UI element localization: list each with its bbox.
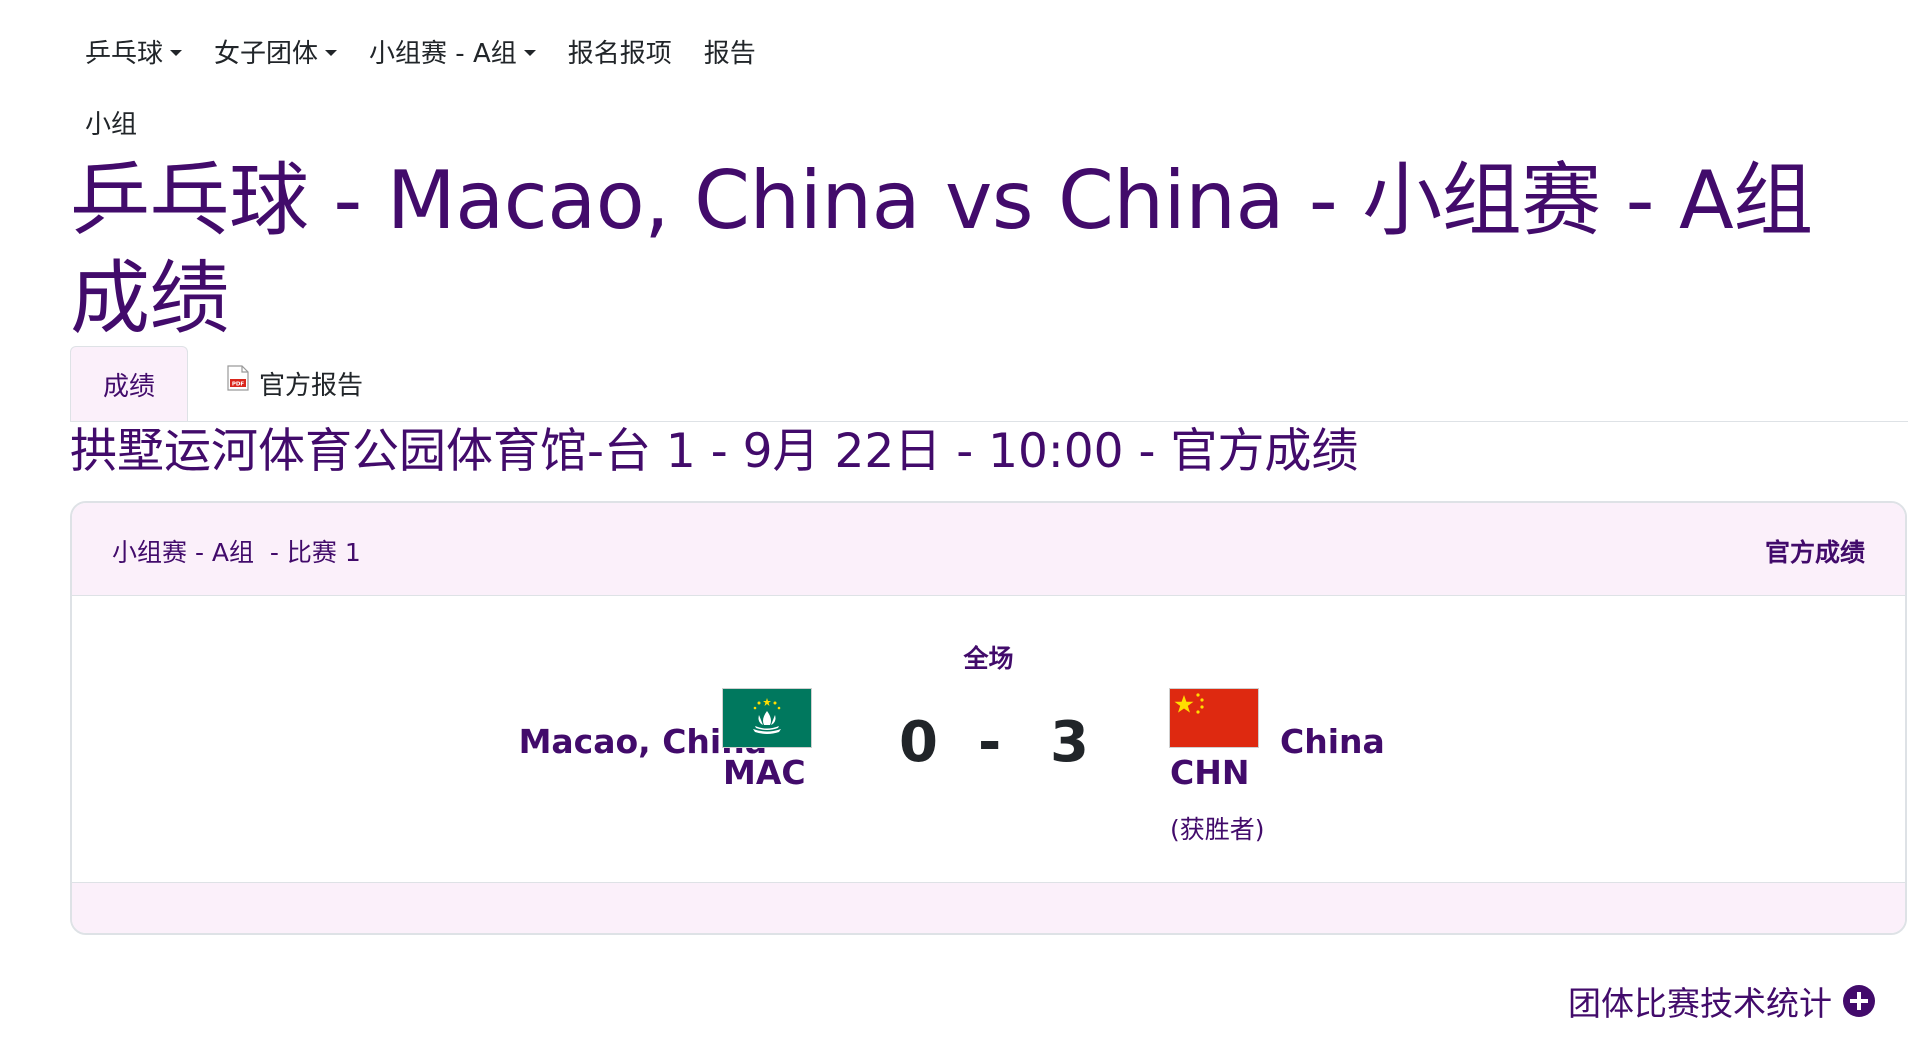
page-title: 乒乓球 - Macao, China vs China - 小组赛 - A组 成… — [70, 154, 1813, 345]
svg-text:PDF: PDF — [232, 381, 245, 387]
winner-note: (获胜者) — [1170, 815, 1265, 844]
score-separator: - — [978, 710, 1002, 775]
team-match-stats-link[interactable]: 团体比赛技术统计 — [1568, 977, 1876, 1025]
home-score: 0 — [899, 710, 938, 775]
nav-item-label: 小组赛 - A组 — [369, 39, 517, 69]
match-card: 小组赛 - A组 - 比赛 1 官方成绩 全场 Macao, China MAC… — [70, 501, 1907, 935]
nav-item-label: 女子团体 — [214, 39, 319, 69]
caret-down-icon — [325, 49, 338, 56]
nav-item-phase[interactable]: 小组赛 - A组 — [353, 27, 552, 76]
top-navigation: 乒乓球 女子团体 小组赛 - A组 报名报项 报告 — [70, 27, 772, 76]
match-card-header: 小组赛 - A组 - 比赛 1 官方成绩 — [72, 503, 1905, 596]
match-card-footer — [72, 882, 1905, 933]
caret-down-icon — [170, 49, 183, 56]
nav-item-label: 乒乓球 — [85, 39, 164, 69]
away-score: 3 — [1050, 710, 1089, 775]
tab-label: 成绩 — [102, 371, 155, 402]
match-title: 小组赛 - A组 - 比赛 1 — [112, 538, 361, 567]
plus-circle-icon — [1843, 985, 1875, 1017]
tab-official-report[interactable]: PDF 官方报告 — [220, 346, 370, 421]
nav-item-label: 报告 — [703, 39, 756, 69]
team-stats-label: 团体比赛技术统计 — [1568, 984, 1832, 1023]
tab-results[interactable]: 成绩 — [70, 346, 188, 421]
result-tabs: 成绩 PDF 官方报告 — [70, 346, 1908, 422]
macao-flag-icon — [723, 689, 811, 747]
nav-item-event[interactable]: 女子团体 — [198, 27, 353, 76]
pdf-file-icon: PDF — [227, 364, 249, 391]
venue-date-line: 拱墅运河体育公园体育馆-台 1 - 9月 22日 - 10:00 - 官方成绩 — [70, 424, 1359, 479]
match-phase: 全场 — [963, 644, 1014, 673]
nav-item-entries[interactable]: 报名报项 — [552, 27, 688, 76]
home-team-code: MAC — [723, 753, 806, 792]
nav-item-reports[interactable]: 报告 — [688, 27, 772, 76]
breadcrumb[interactable]: 小组 — [85, 104, 137, 141]
result-status: 官方成绩 — [1764, 538, 1865, 567]
nav-item-label: 报名报项 — [567, 39, 672, 69]
caret-down-icon — [523, 49, 536, 56]
away-team-code: CHN — [1170, 753, 1250, 792]
away-team-name[interactable]: China — [1280, 722, 1385, 761]
tab-label: 官方报告 — [258, 371, 363, 401]
china-flag-icon — [1170, 689, 1258, 747]
nav-item-sport[interactable]: 乒乓球 — [70, 27, 198, 76]
page: 乒乓球 女子团体 小组赛 - A组 报名报项 报告 小组 乒乓球 - Macao… — [0, 0, 1930, 1051]
